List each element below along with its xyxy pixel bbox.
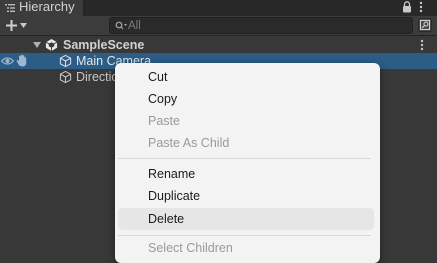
menu-item-label: Duplicate <box>148 189 201 203</box>
context-menu: Cut Copy Paste Paste As Child Rename Dup… <box>115 63 380 263</box>
scene-menu-icon[interactable] <box>420 39 424 51</box>
create-dropdown-button[interactable] <box>3 17 31 35</box>
tab-title: Hierarchy <box>19 0 75 14</box>
gameobject-cube-icon <box>59 54 72 68</box>
menu-item-label: Paste <box>148 114 180 128</box>
tab-hierarchy[interactable]: Hierarchy <box>0 0 84 16</box>
lock-icon[interactable] <box>402 1 412 13</box>
unity-scene-icon <box>45 38 58 52</box>
menu-item-select-children[interactable]: Select Children <box>115 237 380 259</box>
plus-icon <box>6 20 17 31</box>
search-field[interactable] <box>109 17 413 34</box>
vertical-dots-icon[interactable] <box>419 1 423 13</box>
menu-separator <box>118 235 371 236</box>
pickable-hand-icon[interactable] <box>16 54 28 67</box>
menu-item-delete[interactable]: Delete <box>118 208 374 230</box>
menu-separator <box>118 158 371 159</box>
menu-item-label: Cut <box>148 70 168 84</box>
caret-down-icon <box>20 23 27 28</box>
menu-item-paste-as-child[interactable]: Paste As Child <box>115 132 380 154</box>
scene-row[interactable]: SampleScene <box>0 37 437 53</box>
menu-item-copy[interactable]: Copy <box>115 88 380 110</box>
expand-arrow-icon[interactable] <box>33 41 41 49</box>
gameobject-cube-icon <box>59 70 72 84</box>
menu-item-rename[interactable]: Rename <box>115 163 380 185</box>
menu-item-label: Select Children <box>148 241 233 255</box>
search-icon <box>115 21 127 30</box>
menu-item-label: Paste As Child <box>148 136 230 150</box>
menu-item-label: Copy <box>148 92 178 106</box>
visibility-eye-icon[interactable] <box>1 56 14 66</box>
menu-item-duplicate[interactable]: Duplicate <box>115 185 380 207</box>
scene-search-icon[interactable] <box>418 18 432 32</box>
menu-item-paste[interactable]: Paste <box>115 110 380 132</box>
menu-item-cut[interactable]: Cut <box>115 66 380 88</box>
hierarchy-list-icon <box>5 4 15 12</box>
search-input[interactable] <box>128 18 398 33</box>
menu-item-label: Delete <box>148 212 185 226</box>
scene-name: SampleScene <box>63 38 145 52</box>
menu-item-label: Rename <box>148 167 196 181</box>
